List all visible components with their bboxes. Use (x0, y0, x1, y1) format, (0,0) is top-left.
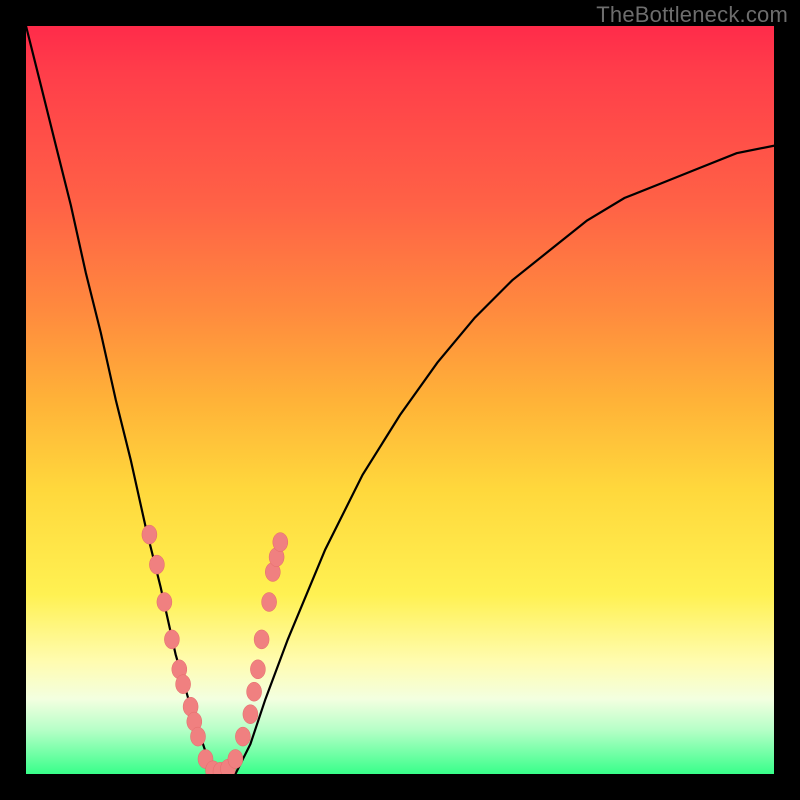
curve-marker (142, 525, 157, 544)
curve-marker (247, 682, 262, 701)
curve-marker (191, 727, 206, 746)
bottleneck-curve (26, 26, 774, 774)
plot-area (26, 26, 774, 774)
curve-marker (228, 750, 243, 769)
curve-marker (235, 727, 250, 746)
bottleneck-curve-svg (26, 26, 774, 774)
watermark-text: TheBottleneck.com (596, 2, 788, 28)
curve-marker (243, 705, 258, 724)
curve-marker (250, 660, 265, 679)
curve-marker (164, 630, 179, 649)
curve-marker (273, 533, 288, 552)
chart-frame: TheBottleneck.com (0, 0, 800, 800)
curve-marker (157, 593, 172, 612)
curve-marker (176, 675, 191, 694)
marker-group (142, 525, 288, 774)
curve-marker (262, 593, 277, 612)
curve-marker (149, 555, 164, 574)
curve-marker (254, 630, 269, 649)
